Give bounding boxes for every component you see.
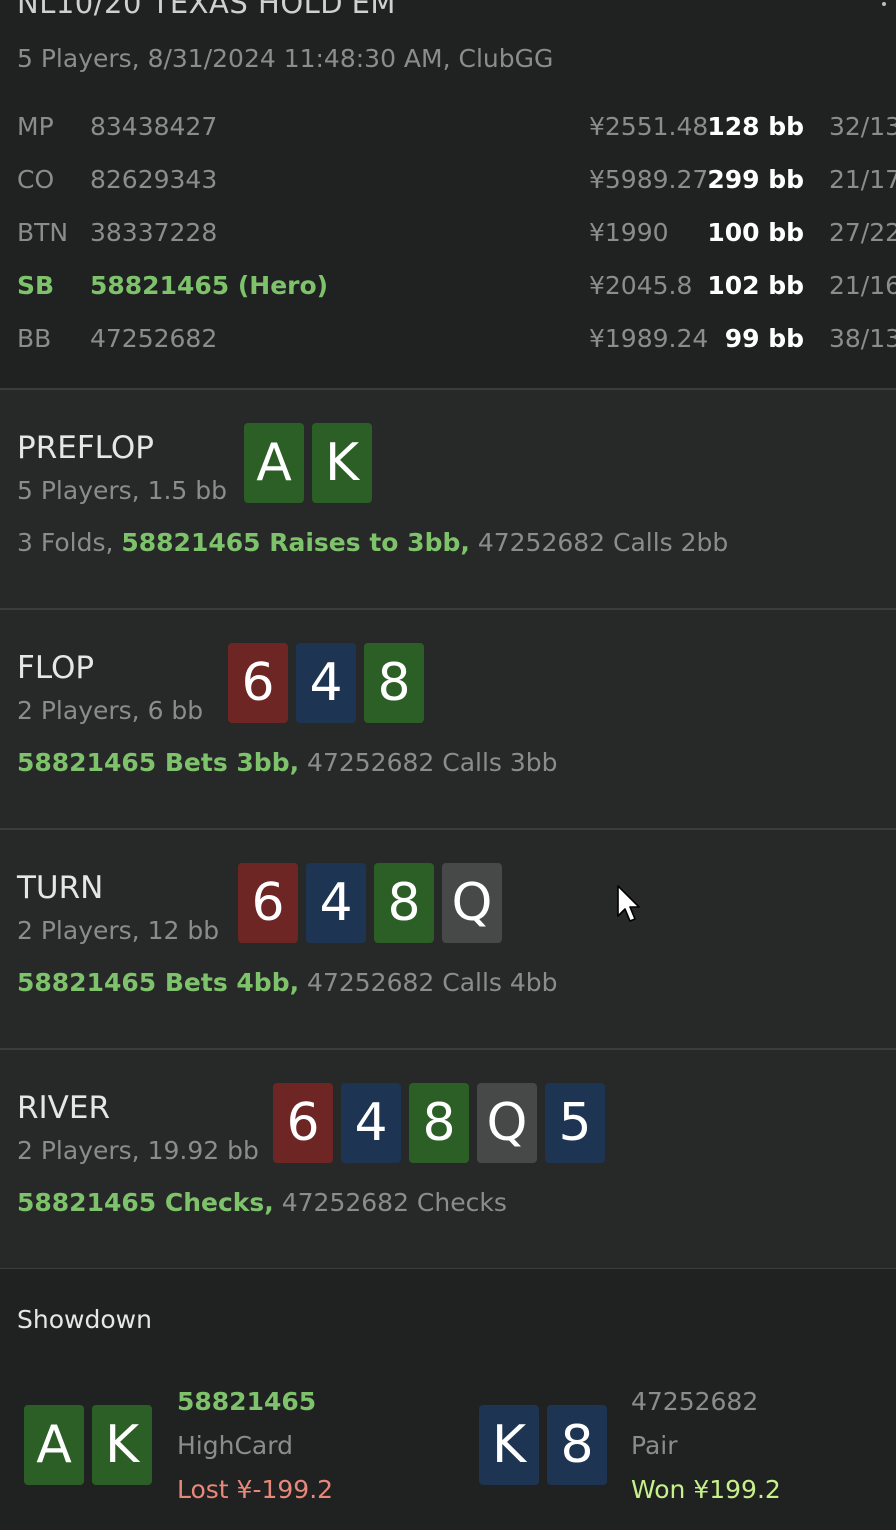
player-stack-money: ¥1989.24	[589, 324, 709, 353]
showdown-hand-rank: HighCard	[177, 1431, 293, 1460]
player-stack-money: ¥5989.27	[589, 165, 709, 194]
showdown-title: Showdown	[17, 1305, 152, 1334]
card-diamonds: 4	[306, 863, 366, 943]
street-turn: TURN 2 Players, 12 bb 6 4 8 Q 58821465 Bets 4b…	[0, 830, 896, 1050]
showdown-player: 47252682	[631, 1387, 759, 1416]
card-hearts: 6	[273, 1083, 333, 1163]
player-stats: 27/22	[829, 218, 896, 247]
player-stack-bb: 100 bb	[707, 218, 804, 247]
player-position: MP	[17, 112, 54, 141]
street-name: FLOP	[17, 650, 95, 686]
street-actions: 58821465 Checks, 47252682 Checks	[17, 1188, 507, 1217]
player-row[interactable]: BTN 38337228 ¥1990 100 bb 27/22	[0, 218, 896, 258]
street-info: 2 Players, 19.92 bb	[17, 1136, 259, 1165]
card-clubs: 8	[374, 863, 434, 943]
card-diamonds: 8	[547, 1405, 607, 1485]
card-clubs: 8	[364, 643, 424, 723]
villain-action: 47252682 Checks	[273, 1188, 507, 1217]
showdown-player: 58821465	[177, 1387, 317, 1416]
player-row[interactable]: SB 58821465 (Hero) ¥2045.8 102 bb 21/16	[0, 271, 896, 311]
player-position: BB	[17, 324, 52, 353]
street-preflop: PREFLOP 5 Players, 1.5 bb A K 3 Folds, 58821…	[0, 390, 896, 610]
card-diamonds: K	[479, 1405, 539, 1485]
showdown-cards: AK	[24, 1405, 152, 1485]
player-position: CO	[17, 165, 55, 194]
card-clubs: 8	[409, 1083, 469, 1163]
card-hearts: 6	[238, 863, 298, 943]
card-spades: Q	[477, 1083, 537, 1163]
player-id: 38337228	[90, 218, 218, 247]
street-actions: 3 Folds, 58821465 Raises to 3bb, 4725268…	[17, 528, 728, 557]
hand-subtitle: 5 Players, 8/31/2024 11:48:30 AM, ClubGG	[17, 44, 554, 73]
street-flop: FLOP 2 Players, 6 bb 6 4 8 58821465 Bets 3bb,…	[0, 610, 896, 830]
villain-action: 47252682 Calls 3bb	[299, 748, 558, 777]
player-stack-bb: 102 bb	[707, 271, 804, 300]
player-stats: 21/17	[829, 165, 896, 194]
player-row[interactable]: CO 82629343 ¥5989.27 299 bb 21/17	[0, 165, 896, 205]
showdown-hand-rank: Pair	[631, 1431, 678, 1460]
player-id: 83438427	[90, 112, 218, 141]
player-position: BTN	[17, 218, 69, 247]
showdown-result: Lost ¥-199.2	[177, 1475, 334, 1504]
player-position: SB	[17, 271, 55, 300]
card-clubs: A	[244, 423, 304, 503]
card-diamonds: 5	[545, 1083, 605, 1163]
player-stack-bb: 299 bb	[707, 165, 804, 194]
card-diamonds: 4	[341, 1083, 401, 1163]
hero-action: 58821465 Checks,	[17, 1188, 274, 1217]
game-title: NL10/20 TEXAS HOLD'EM	[17, 0, 396, 20]
street-info: 2 Players, 6 bb	[17, 696, 204, 725]
card-hearts: 6	[228, 643, 288, 723]
player-id: 47252682	[90, 324, 218, 353]
player-stack-bb: 128 bb	[707, 112, 804, 141]
board-cards: AK	[244, 423, 372, 503]
street-name: RIVER	[17, 1090, 111, 1126]
player-stack-money: ¥1990	[589, 218, 669, 247]
card-diamonds: 4	[296, 643, 356, 723]
player-stats: 32/13	[829, 112, 896, 141]
actions-prefix: 3 Folds,	[17, 528, 122, 557]
street-name: TURN	[17, 870, 104, 906]
card-clubs: K	[92, 1405, 152, 1485]
showdown-result: Won ¥199.2	[631, 1475, 781, 1504]
street-river: RIVER 2 Players, 19.92 bb 6 4 8 Q 5 58821465 Ch…	[0, 1050, 896, 1270]
card-clubs: A	[24, 1405, 84, 1485]
player-row[interactable]: BB 47252682 ¥1989.24 99 bb 38/13	[0, 324, 896, 364]
player-stack-money: ¥2045.8	[589, 271, 693, 300]
street-actions: 58821465 Bets 3bb, 47252682 Calls 3bb	[17, 748, 558, 777]
card-clubs: K	[312, 423, 372, 503]
board-cards: 648Q5	[273, 1083, 605, 1163]
street-actions: 58821465 Bets 4bb, 47252682 Calls 4bb	[17, 968, 558, 997]
street-info: 2 Players, 12 bb	[17, 916, 220, 945]
street-name: PREFLOP	[17, 430, 154, 466]
board-cards: 648	[228, 643, 424, 723]
hand-header: NL10/20 TEXAS HOLD'EM 5 Players, 8/31/20…	[0, 0, 896, 390]
more-options-icon[interactable]	[882, 2, 886, 6]
player-row[interactable]: MP 83438427 ¥2551.48 128 bb 32/13	[0, 112, 896, 152]
mouse-cursor-icon	[617, 885, 640, 922]
board-cards: 648Q	[238, 863, 502, 943]
street-info: 5 Players, 1.5 bb	[17, 476, 228, 505]
player-id: 82629343	[90, 165, 218, 194]
hero-action: 58821465 Bets 4bb,	[17, 968, 300, 997]
showdown-section: Showdown A K 58821465 HighCard Lost ¥-199.2 K…	[0, 1269, 896, 1530]
player-stack-bb: 99 bb	[724, 324, 804, 353]
showdown-cards: K8	[479, 1405, 607, 1485]
hero-action: 58821465 Raises to 3bb,	[121, 528, 470, 557]
villain-action: 47252682 Calls 2bb	[469, 528, 729, 557]
hero-action: 58821465 Bets 3bb,	[17, 748, 300, 777]
player-stack-money: ¥2551.48	[589, 112, 709, 141]
player-stats: 21/16	[829, 271, 896, 300]
card-spades: Q	[442, 863, 502, 943]
player-stats: 38/13	[829, 324, 896, 353]
player-id: 58821465 (Hero)	[90, 271, 329, 300]
villain-action: 47252682 Calls 4bb	[299, 968, 558, 997]
